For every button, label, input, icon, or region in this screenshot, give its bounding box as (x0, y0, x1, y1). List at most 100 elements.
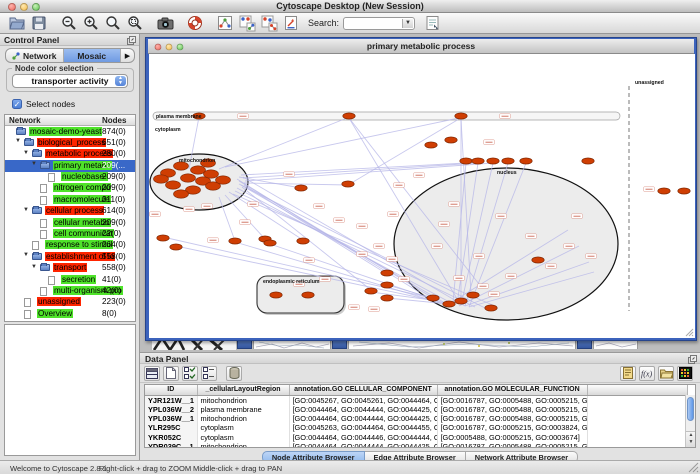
tree-row-cellular-process[interactable]: ▼cellular process614(0) (5, 206, 135, 217)
network-node[interactable] (467, 292, 479, 298)
network-node[interactable] (485, 305, 497, 311)
network-node[interactable] (297, 238, 309, 244)
select-nodes-checkbox[interactable]: ✓ (12, 99, 22, 109)
network-node[interactable] (302, 292, 314, 298)
table-scrollbar-arrows[interactable]: ▲▼ (686, 431, 696, 447)
tree-row-macromolecule[interactable]: macromolecule311(0) (5, 194, 135, 205)
attribute-table[interactable]: ID_cellularLayoutRegionannotation.GO CEL… (144, 384, 696, 448)
attribute-list-icon[interactable] (201, 366, 217, 381)
tree-row-nitrogen-compo[interactable]: nitrogen compo209(0) (5, 183, 135, 194)
save-icon[interactable] (30, 14, 48, 32)
table-row[interactable]: YKR052Ccytoplasm[GO:0044464, GO:0044446,… (145, 433, 687, 442)
network-node[interactable] (582, 158, 594, 164)
table-row[interactable]: YJR121W__1mitochondrion[GO:0045267, GO:0… (145, 395, 687, 405)
tree-expand-icon[interactable]: ▼ (15, 138, 21, 144)
tree-row-cellular-metabo[interactable]: cellular metabo209(0) (5, 217, 135, 228)
delete-attribute-icon[interactable] (226, 366, 242, 381)
table-header-id[interactable]: ID (145, 385, 197, 395)
notes-icon[interactable] (620, 366, 636, 381)
network-canvas[interactable]: plasma membranemitochondrionnucleusendop… (149, 54, 695, 338)
network-node[interactable] (343, 113, 355, 119)
tree-expand-icon[interactable]: ▼ (23, 207, 29, 213)
search-options-icon[interactable] (423, 14, 441, 32)
region-plasma-membrane[interactable] (153, 112, 620, 120)
select-attributes-icon[interactable] (182, 366, 198, 381)
snapshot-icon[interactable] (156, 14, 174, 32)
tree-header[interactable]: Network Nodes (5, 115, 135, 126)
network-node[interactable] (381, 282, 393, 288)
formula-icon[interactable]: f(x) (639, 366, 655, 381)
table-scrollbar-thumb[interactable] (687, 397, 694, 421)
table-header-empty[interactable] (587, 385, 687, 395)
tree-expand-icon[interactable]: ▼ (23, 150, 29, 156)
tree-row-establishment-of-lo[interactable]: ▼establishment of lo558(0) (5, 251, 135, 262)
network-node[interactable] (443, 301, 455, 307)
tree-row-primary-metabo[interactable]: ▼primary metabo209(... (5, 160, 135, 171)
float-data-panel-icon[interactable] (688, 355, 697, 364)
tree-row-overview[interactable]: Overview8(0) (5, 308, 135, 319)
tree-expand-icon[interactable]: ▼ (31, 161, 37, 167)
network-node[interactable] (166, 181, 181, 189)
apply-layout-icon[interactable] (238, 14, 256, 32)
network-node[interactable] (229, 238, 241, 244)
tree-row-mosaic-demo-yeast[interactable]: mosaic-demo-yeast874(0) (5, 126, 135, 137)
tab-mosaic[interactable]: Mosaic (64, 49, 122, 62)
tree-row-multi-organism-pro[interactable]: multi-organism pro42(0) (5, 285, 135, 296)
table-header-cellularlayoutregion[interactable]: _cellularLayoutRegion (197, 385, 289, 395)
zoom-actual-icon[interactable] (104, 14, 122, 32)
zoom-in-icon[interactable] (82, 14, 100, 32)
heatmap-icon[interactable] (677, 366, 693, 381)
tab-network[interactable]: Network (6, 49, 64, 62)
tree-expand-icon[interactable]: ▼ (23, 252, 29, 258)
vizmapper-icon[interactable] (282, 14, 300, 32)
network-node[interactable] (295, 185, 307, 191)
tree-row-unassigned[interactable]: unassigned223(0) (5, 297, 135, 308)
network-node[interactable] (658, 188, 670, 194)
network-window-titlebar[interactable]: primary metabolic process (148, 39, 694, 54)
attribute-table-icon[interactable] (144, 366, 160, 381)
network-node[interactable] (425, 142, 437, 148)
help-icon[interactable] (186, 14, 204, 32)
import-attributes-icon[interactable] (658, 366, 674, 381)
network-node[interactable] (520, 158, 532, 164)
node-color-combo[interactable]: transporter activity ▲▼ (12, 74, 128, 88)
network-node[interactable] (157, 235, 169, 241)
open-file-icon[interactable] (8, 14, 26, 32)
network-node[interactable] (532, 257, 544, 263)
network-node[interactable] (455, 113, 467, 119)
float-panel-icon[interactable] (127, 36, 136, 45)
zoom-out-icon[interactable] (60, 14, 78, 32)
network-overview-icon[interactable] (216, 14, 234, 32)
tree-expand-icon[interactable]: ▼ (31, 264, 37, 270)
network-node[interactable] (342, 181, 354, 187)
network-node[interactable] (427, 295, 439, 301)
tab-overflow-arrow-icon[interactable]: ▶ (121, 49, 134, 62)
network-node[interactable] (264, 240, 276, 246)
tree-row-transport[interactable]: ▼transport558(0) (5, 263, 135, 274)
tree-row-secretion[interactable]: secretion41(0) (5, 274, 135, 285)
network-node[interactable] (154, 175, 169, 183)
network-node[interactable] (487, 158, 499, 164)
window-resize-grip[interactable] (688, 462, 699, 473)
new-attribute-icon[interactable] (163, 366, 179, 381)
table-row[interactable]: YPL036W__2plasma membrane[GO:0044464, GO… (145, 405, 687, 414)
network-node[interactable] (365, 288, 377, 294)
apply-layout-alt-icon[interactable] (260, 14, 278, 32)
table-scrollbar[interactable]: ▲▼ (685, 395, 695, 447)
network-node[interactable] (174, 190, 189, 198)
network-node[interactable] (445, 137, 457, 143)
table-header-annotation-go-cellular-component[interactable]: annotation.GO CELLULAR_COMPONENT (289, 385, 437, 395)
table-row[interactable]: YLR295Ccytoplasm[GO:0045263, GO:0044464,… (145, 423, 687, 432)
network-node[interactable] (502, 158, 514, 164)
network-node[interactable] (472, 158, 484, 164)
network-node[interactable] (678, 188, 690, 194)
birdseye-view[interactable] (4, 324, 136, 456)
network-node[interactable] (181, 174, 196, 182)
network-node[interactable] (204, 170, 219, 178)
network-node[interactable] (170, 244, 182, 250)
tree-row-biological-process[interactable]: ▼biological_process651(0) (5, 137, 135, 148)
tree-row-metabolic-process[interactable]: ▼metabolic process280(0) (5, 149, 135, 160)
canvas-resize-grip[interactable] (685, 328, 694, 337)
network-node[interactable] (460, 158, 472, 164)
network-node[interactable] (381, 295, 393, 301)
